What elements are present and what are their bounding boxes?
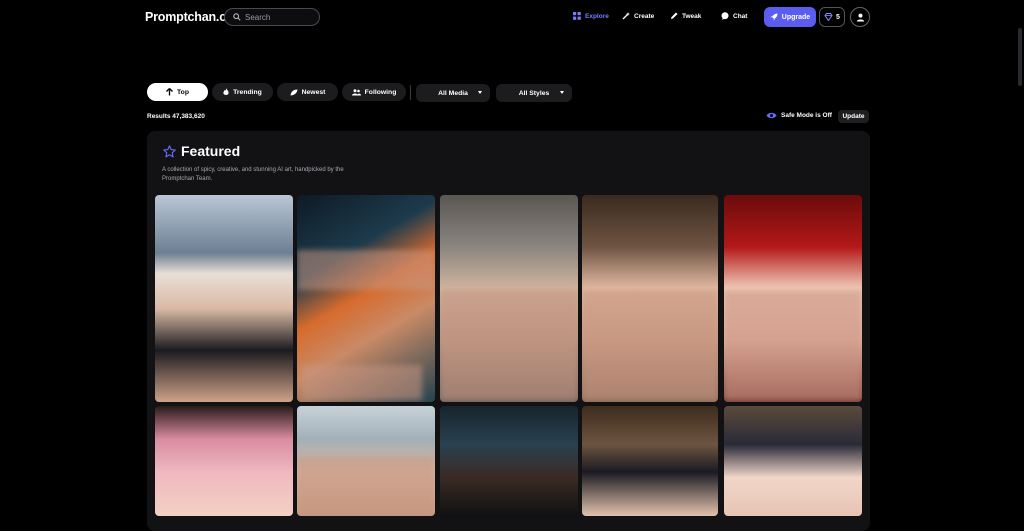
nav-explore-label: Explore — [585, 12, 609, 20]
nav-explore[interactable]: Explore — [573, 12, 609, 20]
filter-divider — [410, 85, 411, 100]
upgrade-label: Upgrade — [781, 13, 811, 21]
styles-select[interactable]: All Styles — [496, 84, 572, 102]
gallery-image[interactable] — [582, 195, 718, 402]
tab-newest[interactable]: Newest — [277, 83, 338, 101]
star-icon — [163, 144, 176, 157]
gems-counter[interactable]: 5 — [819, 7, 845, 27]
upgrade-button[interactable]: Upgrade — [764, 7, 816, 27]
nav-create[interactable]: Create — [622, 12, 654, 20]
tab-following[interactable]: Following — [342, 83, 406, 101]
chevron-down-icon — [560, 91, 564, 94]
gallery-image[interactable] — [155, 406, 293, 516]
nav-tweak[interactable]: Tweak — [670, 12, 701, 20]
arrow-up-icon — [166, 88, 173, 96]
gallery-image[interactable] — [724, 195, 862, 402]
search-input[interactable] — [245, 12, 315, 22]
rocket-icon — [770, 13, 778, 21]
nav-create-label: Create — [634, 12, 655, 20]
safe-mode-toggle[interactable]: Safe Mode is Off — [766, 112, 832, 119]
tab-newest-label: Newest — [301, 88, 326, 96]
grid-icon — [573, 12, 581, 20]
eye-icon — [766, 112, 777, 119]
tab-following-label: Following — [364, 88, 397, 96]
safe-mode-label: Safe Mode is Off — [781, 112, 832, 119]
search-box[interactable] — [224, 8, 320, 26]
media-select[interactable]: All Media — [416, 84, 490, 102]
pencil-icon — [671, 12, 678, 19]
users-icon — [351, 88, 361, 95]
featured-title: Featured — [181, 143, 241, 159]
styles-select-value: All Styles — [518, 89, 550, 97]
gallery-image[interactable] — [582, 406, 718, 516]
gallery-image[interactable] — [155, 195, 293, 402]
leaf-icon — [290, 89, 298, 95]
tab-top[interactable]: Top — [147, 83, 208, 101]
nav-chat[interactable]: Chat — [721, 12, 747, 20]
update-button[interactable]: Update — [838, 110, 869, 123]
results-count: Results 47,383,620 — [147, 113, 205, 120]
diamond-icon — [824, 13, 833, 21]
gallery-image[interactable] — [440, 195, 578, 402]
chat-bubble-icon — [721, 12, 729, 20]
gallery-image[interactable] — [724, 406, 862, 516]
featured-description: A collection of spicy, creative, and stu… — [162, 167, 344, 182]
chevron-down-icon — [478, 91, 482, 94]
tab-trending[interactable]: Trending — [212, 83, 273, 101]
nav-tweak-label: Tweak — [682, 12, 702, 20]
tab-top-label: Top — [177, 88, 189, 96]
gallery-image[interactable] — [297, 406, 435, 516]
gems-count: 5 — [836, 13, 840, 21]
gallery-image[interactable] — [440, 406, 578, 516]
search-icon — [233, 8, 241, 26]
gallery-image[interactable] — [297, 195, 435, 402]
tab-trending-label: Trending — [233, 88, 262, 96]
featured-heading: Featured — [163, 143, 240, 159]
flame-icon — [223, 88, 229, 95]
profile-avatar-button[interactable] — [850, 7, 870, 27]
nav-chat-label: Chat — [733, 12, 748, 20]
user-icon — [856, 13, 864, 21]
wand-icon — [622, 12, 630, 20]
page-scrollbar[interactable] — [1018, 28, 1022, 86]
media-select-value: All Media — [438, 89, 468, 97]
